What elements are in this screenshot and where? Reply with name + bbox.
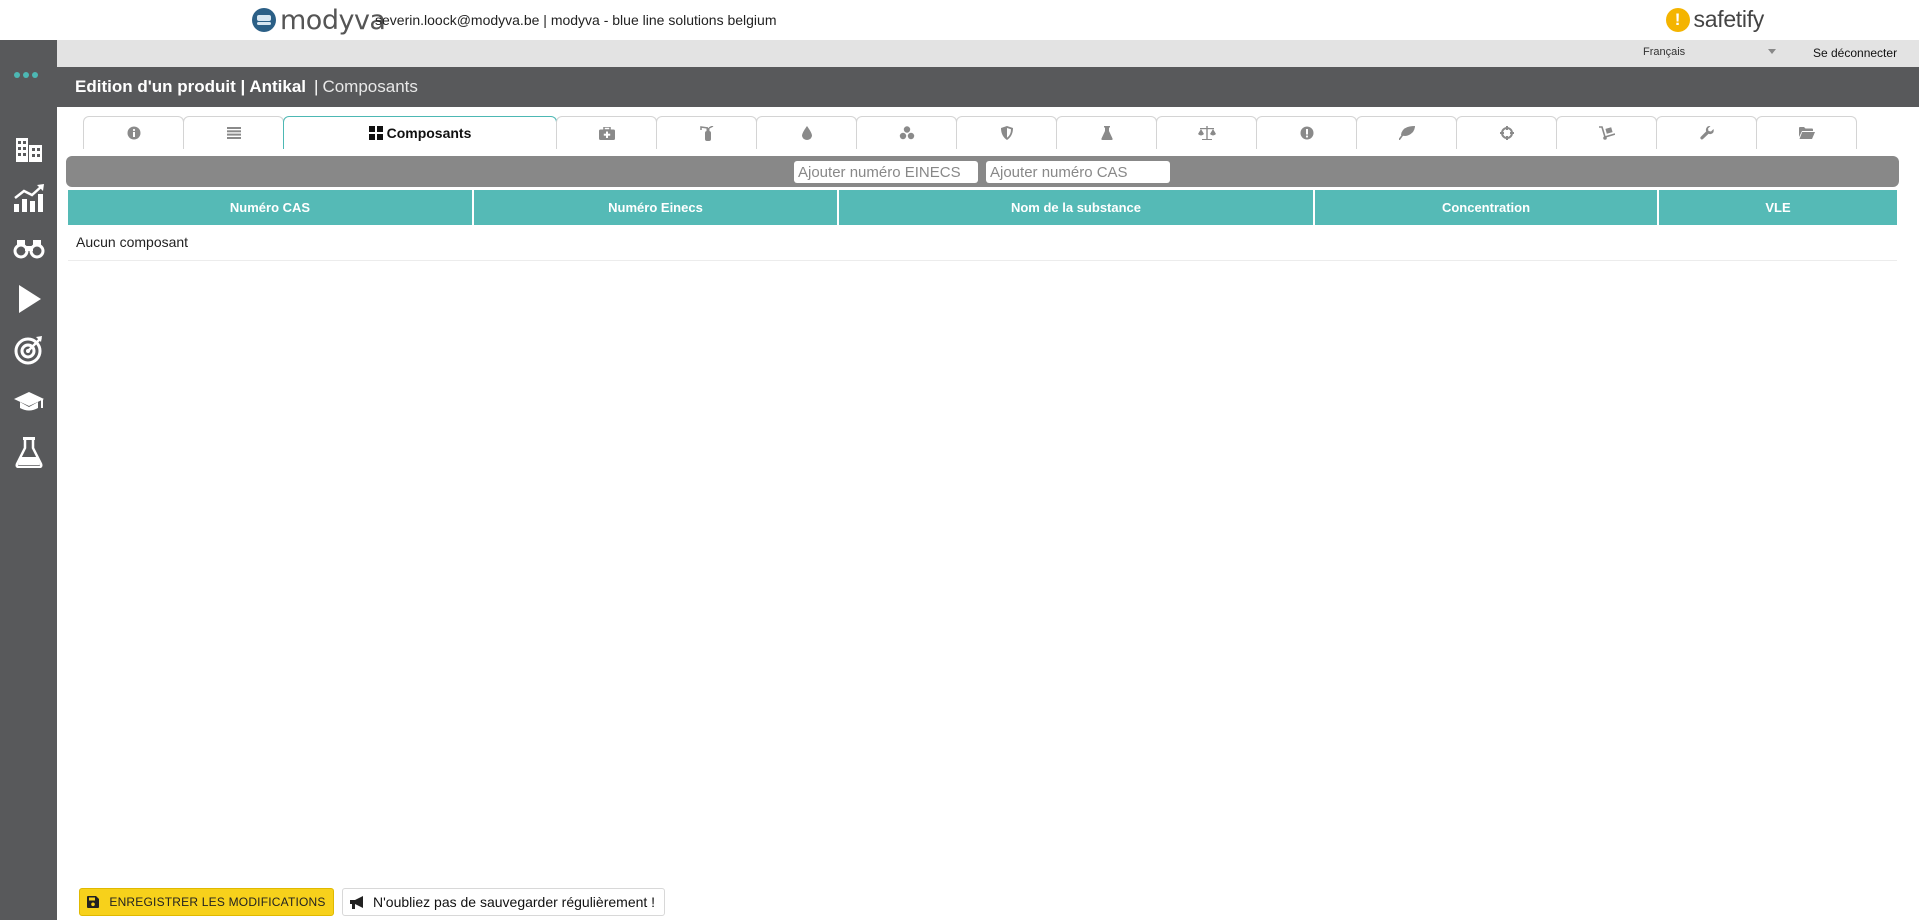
save-reminder: N'oubliez pas de sauvegarder régulièreme… [342,888,665,916]
buildings-icon [16,138,42,162]
tab-properties[interactable] [1056,116,1157,149]
add-component-bar [66,156,1899,187]
tab-protection[interactable] [956,116,1057,149]
bullhorn-icon [350,895,363,909]
wrench-icon [1699,126,1714,140]
tab-ecology[interactable] [1356,116,1457,149]
tab-stability[interactable] [1156,116,1257,149]
safetify-logo: ! safetify [1665,6,1765,33]
sidebar-item-target[interactable] [13,334,45,366]
sidebar-item-play[interactable] [13,283,45,315]
table-header-row: Numéro CAS Numéro Einecs Nom de la subst… [68,190,1897,225]
product-tabs: Composants [83,116,1857,149]
sidebar-item-buildings[interactable] [13,132,45,164]
chevron-down-icon[interactable] [1768,49,1776,54]
tab-composants-label: Composants [386,125,472,141]
folder-icon [1798,127,1815,139]
column-header-substance[interactable]: Nom de la substance [838,190,1315,225]
table-row: Aucun composant [68,225,1897,261]
sidebar-item-products[interactable] [13,436,45,468]
tab-handling[interactable] [856,116,957,149]
user-info: severin.loock@modyva.be | modyva - blue … [375,12,777,28]
safetify-name: safetify [1693,6,1765,32]
balance-icon [1197,126,1216,140]
first-aid-icon [598,126,615,140]
list-icon [226,127,241,139]
tab-first-aid[interactable] [556,116,657,149]
tab-list[interactable] [183,116,284,149]
chart-growth-icon [14,184,44,212]
floppy-disk-icon [87,896,100,908]
graduation-cap-icon [14,392,44,411]
extinguisher-icon [699,125,713,141]
tab-spill[interactable] [756,116,857,149]
language-select[interactable]: Français [1643,46,1753,58]
empty-table-message: Aucun composant [68,225,1897,261]
einecs-input[interactable] [794,161,978,183]
cas-input[interactable] [986,161,1170,183]
binoculars-icon [13,240,45,259]
top-subbar: Français Se déconnecter [57,40,1919,67]
save-button[interactable]: ENREGISTRER LES MODIFICATIONS [79,888,334,916]
sidebar-item-training[interactable] [13,385,45,417]
tab-disposal[interactable] [1456,116,1557,149]
tab-transport[interactable] [1556,116,1657,149]
modyva-logo[interactable]: modyva [252,4,386,36]
grid-icon [368,126,383,140]
column-header-einecs[interactable]: Numéro Einecs [473,190,839,225]
play-icon [19,285,41,313]
brand-name: modyva [280,4,386,36]
column-header-vle[interactable]: VLE [1658,190,1897,225]
tab-fire[interactable] [656,116,757,149]
tab-composants[interactable]: Composants [283,116,557,149]
tab-info[interactable] [83,116,184,149]
top-header: modyva severin.loock@modyva.be | modyva … [0,0,1919,40]
logout-link[interactable]: Se déconnecter [1813,46,1897,60]
menu-dots-icon[interactable] [14,72,38,78]
tab-regulation[interactable] [1656,116,1757,149]
page-titlebar: Edition d'un produit | Antikal | Composa… [57,67,1919,107]
flask-icon [1100,126,1113,140]
tab-documents[interactable] [1756,116,1857,149]
modyva-logo-icon [252,8,276,32]
column-header-cas[interactable]: Numéro CAS [68,190,474,225]
dolly-icon [1598,126,1615,140]
info-icon [127,126,140,140]
page-title: Edition d'un produit | Antikal [75,77,307,96]
sidebar-item-observation[interactable] [13,232,45,264]
tab-toxicology[interactable] [1256,116,1357,149]
shield-icon [1000,126,1013,140]
safetify-icon: ! [1665,7,1690,32]
target-icon [14,336,42,365]
exclamation-icon [1300,126,1313,140]
sidebar-item-growth[interactable] [13,182,45,214]
title-separator: | [314,77,319,96]
page-section: Composants [322,77,418,96]
save-reminder-text: N'oubliez pas de sauvegarder régulièreme… [373,894,656,910]
components-table: Numéro CAS Numéro Einecs Nom de la subst… [68,190,1897,261]
drop-icon [801,126,812,140]
leaf-icon [1398,126,1415,140]
column-header-concentration[interactable]: Concentration [1314,190,1659,225]
save-button-label: ENREGISTRER LES MODIFICATIONS [109,895,326,909]
molecule-icon [899,126,914,140]
flask-icon [15,437,43,468]
crosshair-icon [1499,126,1514,140]
sidebar [0,40,57,920]
